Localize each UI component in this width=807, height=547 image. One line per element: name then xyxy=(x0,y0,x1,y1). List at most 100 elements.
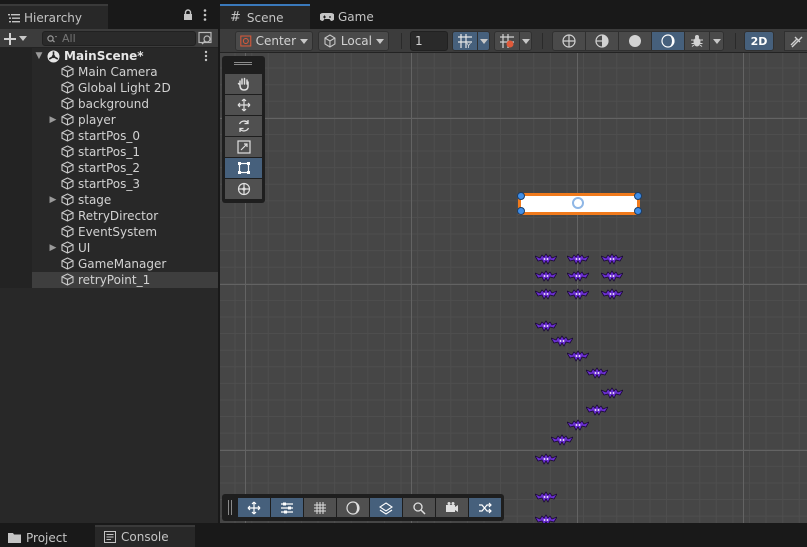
pivot-rotation-dropdown[interactable]: Local xyxy=(318,31,389,51)
resize-handle-top-left[interactable] xyxy=(517,192,525,200)
bat-enemy-sprite[interactable] xyxy=(566,288,590,300)
hierarchy-item[interactable]: ▶ player xyxy=(0,112,218,128)
hierarchy-item[interactable]: background xyxy=(0,96,218,112)
bat-enemy-sprite[interactable] xyxy=(566,253,590,265)
collapsed-arrow-icon[interactable]: ▶ xyxy=(48,195,58,205)
hierarchy-item[interactable]: GameManager xyxy=(0,256,218,272)
scene-tab-bar: # Scene Game xyxy=(220,0,807,29)
rotate-tool-button[interactable] xyxy=(225,116,262,136)
overlay-grip-icon[interactable] xyxy=(228,500,232,515)
tool-settings-icon xyxy=(281,502,293,513)
search-scene-icon[interactable] xyxy=(198,31,214,46)
bat-enemy-sprite[interactable] xyxy=(550,434,574,446)
palette-grip-icon[interactable] xyxy=(234,62,252,65)
search-input[interactable] xyxy=(62,32,182,45)
hierarchy-item[interactable]: Global Light 2D xyxy=(0,80,218,96)
hierarchy-item[interactable]: startPos_3 xyxy=(0,176,218,192)
scene-row[interactable]: ▼ MainScene* xyxy=(0,48,218,64)
lighting-icon xyxy=(661,34,675,48)
kebab-menu-icon[interactable] xyxy=(200,8,210,22)
overlay-grid-button[interactable] xyxy=(304,498,336,517)
collapsed-arrow-icon[interactable]: ▶ xyxy=(48,243,58,253)
bat-enemy-sprite[interactable] xyxy=(550,335,574,347)
overlay-search-button[interactable] xyxy=(403,498,435,517)
hierarchy-item[interactable]: startPos_1 xyxy=(0,144,218,160)
hierarchy-item[interactable]: ▶ stage xyxy=(0,192,218,208)
bat-enemy-sprite[interactable] xyxy=(534,453,558,465)
bat-enemy-sprite[interactable] xyxy=(585,367,609,379)
tab-scene[interactable]: # Scene xyxy=(220,4,310,29)
bat-enemy-sprite[interactable] xyxy=(534,288,558,300)
move-tool-button[interactable] xyxy=(225,95,262,115)
tab-console[interactable]: Console xyxy=(95,525,195,547)
pivot-mode-dropdown[interactable]: Center xyxy=(235,31,313,51)
overlay-tool-settings-button[interactable] xyxy=(271,498,303,517)
hierarchy-item-label: retryPoint_1 xyxy=(78,273,151,287)
draw-mode-button[interactable] xyxy=(552,31,586,51)
overlay-shuffle-button[interactable] xyxy=(469,498,501,517)
gizmos-button[interactable] xyxy=(684,31,710,51)
tab-hierarchy[interactable]: Hierarchy xyxy=(0,4,108,29)
hierarchy-item[interactable]: retryPoint_1 xyxy=(0,272,218,288)
hierarchy-toolbar xyxy=(0,29,218,48)
hand-tool-button[interactable] xyxy=(225,74,262,94)
grid-snapping-button[interactable]: Y xyxy=(452,31,478,51)
hierarchy-item[interactable]: Main Camera xyxy=(0,64,218,80)
add-object-button[interactable] xyxy=(4,31,32,46)
pivot-handle[interactable] xyxy=(572,197,584,209)
bat-enemy-sprite[interactable] xyxy=(600,288,624,300)
hierarchy-tree: ▼ MainScene* Main Camera Global Light 2D b… xyxy=(0,48,218,288)
shading-wireframe-button[interactable] xyxy=(585,31,619,51)
tab-project[interactable]: Project xyxy=(0,528,92,547)
overlay-layers-button[interactable] xyxy=(370,498,402,517)
hierarchy-item[interactable]: EventSystem xyxy=(0,224,218,240)
scene-kebab-menu-icon[interactable] xyxy=(202,49,210,63)
hierarchy-panel: Hierarchy All ▼ MainScene* Main Camera G… xyxy=(0,0,218,523)
overlay-camera-button[interactable] xyxy=(436,498,468,517)
resize-handle-bottom-left[interactable] xyxy=(517,207,525,215)
bat-enemy-sprite[interactable] xyxy=(600,270,624,282)
gameobject-cube-icon xyxy=(61,129,74,142)
lighting-toggle-button[interactable] xyxy=(651,31,685,51)
bat-enemy-sprite[interactable] xyxy=(566,270,590,282)
rect-tool-button[interactable] xyxy=(225,158,262,178)
scene-viewport[interactable] xyxy=(220,53,807,523)
expanded-arrow-icon[interactable]: ▼ xyxy=(34,51,44,61)
resize-handle-bottom-right[interactable] xyxy=(634,207,642,215)
scene-visibility-button[interactable] xyxy=(784,31,807,51)
gamepad-icon xyxy=(320,12,334,21)
overlay-move-button[interactable] xyxy=(238,498,270,517)
bat-enemy-sprite[interactable] xyxy=(534,253,558,265)
layers-icon xyxy=(379,501,393,515)
bat-enemy-sprite[interactable] xyxy=(534,491,558,503)
hierarchy-search[interactable] xyxy=(42,31,196,46)
shaded-mode-button[interactable] xyxy=(618,31,652,51)
collapsed-arrow-icon[interactable]: ▶ xyxy=(48,115,58,125)
hierarchy-item[interactable]: RetryDirector xyxy=(0,208,218,224)
snap-options-dropdown[interactable] xyxy=(519,31,532,51)
bat-enemy-sprite[interactable] xyxy=(534,320,558,332)
bat-enemy-sprite[interactable] xyxy=(600,387,624,399)
hierarchy-item[interactable]: ▶ UI xyxy=(0,240,218,256)
hierarchy-item[interactable]: startPos_0 xyxy=(0,128,218,144)
tab-game[interactable]: Game xyxy=(312,4,390,29)
gizmos-dropdown[interactable] xyxy=(709,31,724,51)
hierarchy-item[interactable]: startPos_2 xyxy=(0,160,218,176)
grid-size-field[interactable] xyxy=(410,31,448,51)
hierarchy-item-label: background xyxy=(78,97,149,111)
folder-icon xyxy=(8,533,21,543)
lock-icon[interactable] xyxy=(182,9,194,21)
tab-scene-label: Scene xyxy=(246,10,284,25)
bat-enemy-sprite[interactable] xyxy=(600,253,624,265)
resize-handle-top-right[interactable] xyxy=(634,192,642,200)
transform-tool-button[interactable] xyxy=(225,179,262,199)
2d-mode-toggle[interactable]: 2D xyxy=(744,31,774,51)
bat-enemy-sprite[interactable] xyxy=(566,350,590,362)
overlay-lighting-button[interactable] xyxy=(337,498,369,517)
bat-enemy-sprite[interactable] xyxy=(534,270,558,282)
increment-snap-button[interactable] xyxy=(494,31,520,51)
bat-enemy-sprite[interactable] xyxy=(585,404,609,416)
grid-options-dropdown[interactable] xyxy=(477,31,490,51)
scale-tool-button[interactable] xyxy=(225,137,262,157)
bat-enemy-sprite[interactable] xyxy=(566,419,590,431)
